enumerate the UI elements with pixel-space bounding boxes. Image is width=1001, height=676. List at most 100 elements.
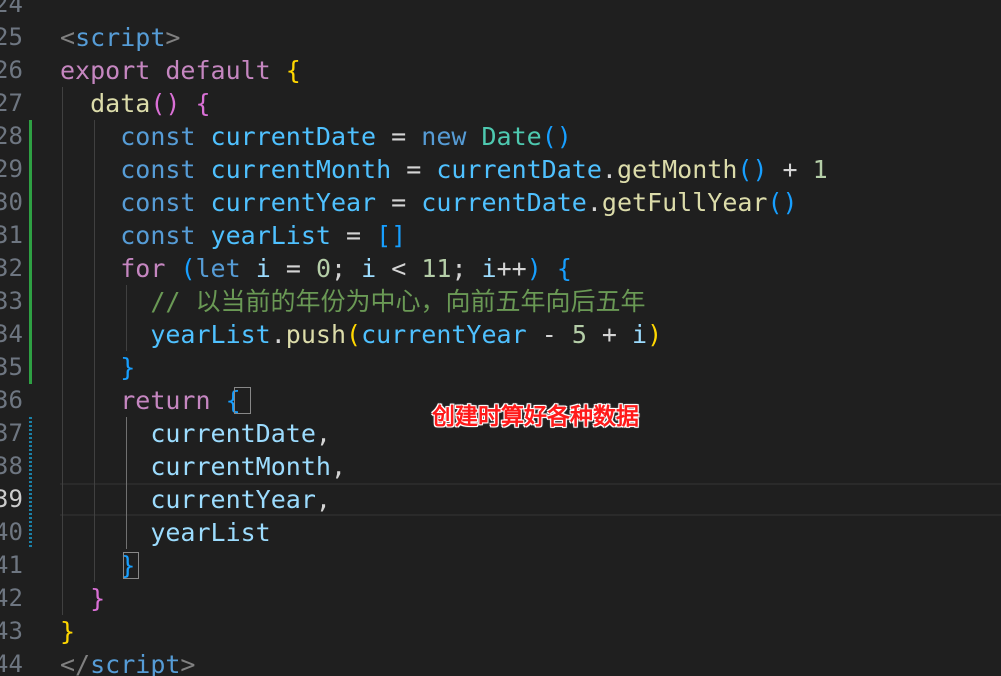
code-token: < [60,23,76,52]
code-token: , [315,485,331,514]
code-line: const currentYear = currentDate.getFullY… [60,186,798,219]
line-number: 24 [0,0,23,18]
code-token: = [376,188,422,217]
code-token: getFullYear [601,188,768,217]
code-token: ) [526,254,542,283]
code-token: yearList [210,221,331,250]
line-number: 29 [0,155,23,183]
code-token: > [165,23,181,52]
code-token: 1 [812,155,828,184]
code-line: currentYear, [60,483,331,516]
code-token: - [526,320,572,349]
code-token: { [195,89,211,118]
code-token: const [120,221,196,250]
code-token: push [285,320,347,349]
code-token: script [75,23,166,52]
code-token: currentYear [150,485,316,514]
code-token: , [330,452,346,481]
line-number: 44 [0,650,23,676]
code-token: { [556,254,572,283]
code-line: const yearList = [] [60,219,406,252]
code-token: const [120,155,196,184]
code-token: ++ [496,254,527,283]
code-token: ) [647,320,663,349]
code-token: i [255,254,271,283]
code-token: new [421,122,467,151]
code-token: i [632,320,648,349]
code-token: } [120,353,136,382]
code-line: data() { [60,87,211,120]
code-line: const currentMonth = currentDate.getMont… [60,153,828,186]
code-token: default [165,56,271,85]
code-token: } [60,617,76,646]
code-token: getMonth [616,155,738,184]
line-number: 32 [0,254,23,282]
code-token: currentYear [210,188,377,217]
line-number: 25 [0,23,23,51]
code-token: < [376,254,422,283]
line-number: 40 [0,518,23,546]
code-token: = [376,122,422,151]
code-token: { [285,56,301,85]
line-number-gutter: 24 25 26 27 28 29 30 31 32 33 34 35 36 37 38 39 40 41 42 43… [0,0,30,676]
line-number: 37 [0,419,23,447]
code-token: = [391,155,437,184]
code-token: yearList [150,518,271,547]
line-number: 31 [0,221,23,249]
code-token: + [586,320,633,349]
code-token: return [120,386,211,415]
line-number: 33 [0,287,23,315]
line-number: 27 [0,89,23,117]
code-token: () [737,155,768,184]
code-token: ; [451,254,482,283]
code-token: () [150,89,181,118]
code-token: currentYear [361,320,527,349]
code-line: currentDate, [60,417,331,450]
code-line: } [60,582,105,615]
code-token: export [60,56,151,85]
code-token: i [361,254,377,283]
code-token: currentDate [436,155,602,184]
code-token: . [586,188,602,217]
code-line: </script> [60,648,195,676]
line-number: 42 [0,584,23,612]
code-token: let [195,254,241,283]
code-token: 11 [421,254,452,283]
code-token: ( [180,254,196,283]
code-token: 0 [315,254,331,283]
code-token: ; [331,254,362,283]
code-token: const [120,122,196,151]
code-token: } [90,584,106,613]
line-number: 39 [0,485,23,513]
line-number: 28 [0,122,23,150]
code-token: () [767,188,798,217]
code-token: , [315,419,331,448]
code-token: > [180,650,196,676]
line-number: 35 [0,353,23,381]
code-token: ( [346,320,362,349]
code-token: currentDate [210,122,377,151]
code-editor[interactable]: 24 25 26 27 28 29 30 31 32 33 34 35 36 37 38 39 40 41 42 43… [0,0,1001,676]
